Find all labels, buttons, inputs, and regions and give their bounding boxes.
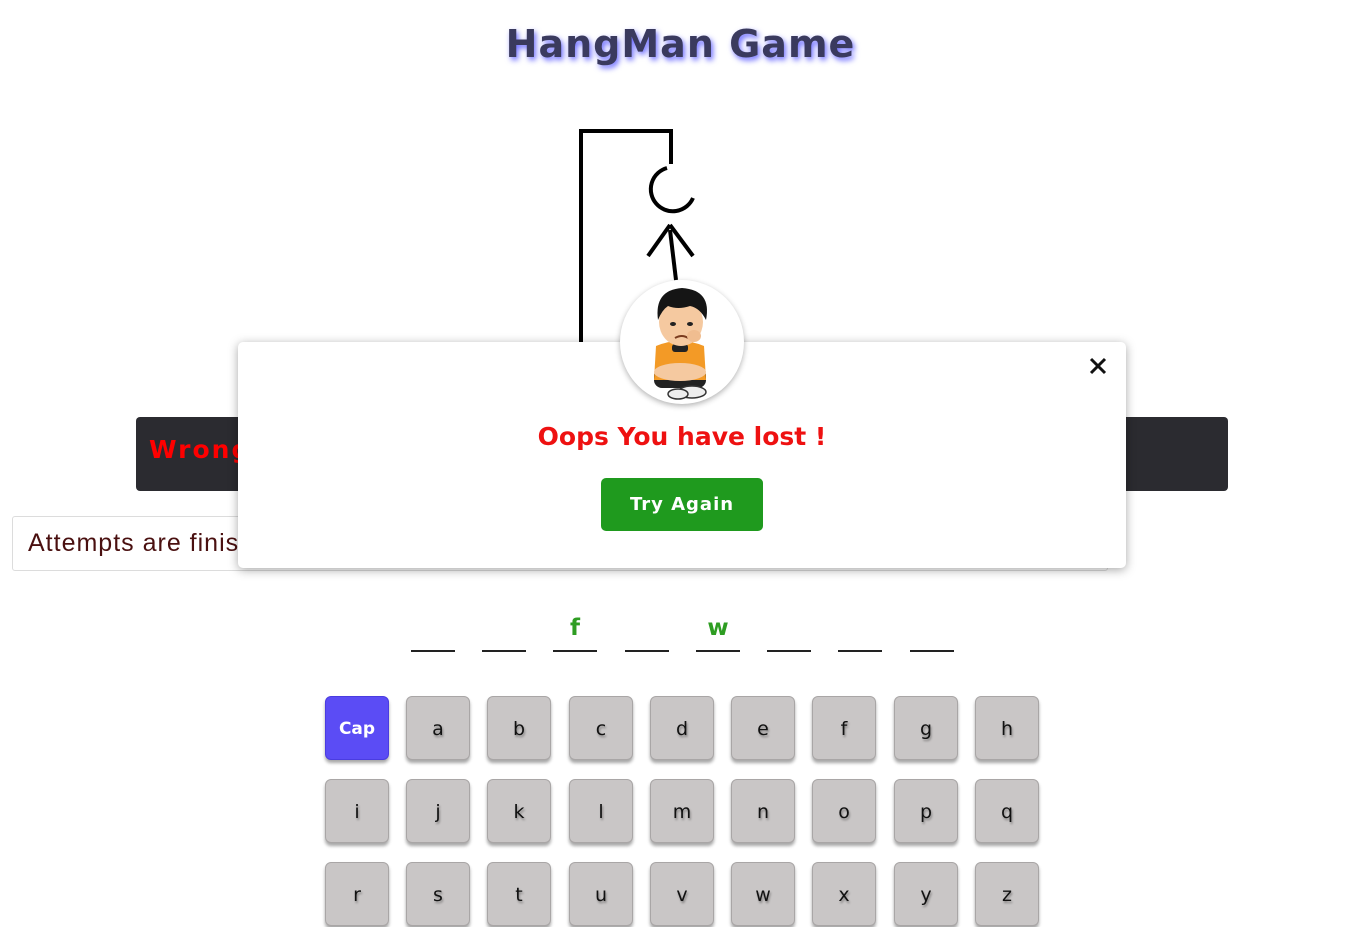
key-y[interactable]: y — [894, 862, 958, 926]
key-j[interactable]: j — [406, 779, 470, 843]
key-e[interactable]: e — [731, 696, 795, 760]
try-again-button[interactable]: Try Again — [601, 478, 763, 531]
key-g[interactable]: g — [894, 696, 958, 760]
key-w[interactable]: w — [731, 862, 795, 926]
attempts-text: Attempts are finis — [28, 529, 240, 557]
key-cap[interactable]: Cap — [325, 696, 389, 760]
letter-slot: w — [696, 610, 740, 652]
letter-slot — [411, 610, 455, 652]
key-a[interactable]: a — [406, 696, 470, 760]
key-v[interactable]: v — [650, 862, 714, 926]
key-k[interactable]: k — [487, 779, 551, 843]
key-b[interactable]: b — [487, 696, 551, 760]
key-p[interactable]: p — [894, 779, 958, 843]
key-f[interactable]: f — [812, 696, 876, 760]
letter-slot — [482, 610, 526, 652]
key-h[interactable]: h — [975, 696, 1039, 760]
key-l[interactable]: l — [569, 779, 633, 843]
letter-slot — [767, 610, 811, 652]
letter-slot — [910, 610, 954, 652]
key-u[interactable]: u — [569, 862, 633, 926]
letter-slot — [838, 610, 882, 652]
key-t[interactable]: t — [487, 862, 551, 926]
page-title: HangMan Game — [505, 22, 856, 66]
wrong-label: Wrong — [149, 435, 252, 464]
key-c[interactable]: c — [569, 696, 633, 760]
key-d[interactable]: d — [650, 696, 714, 760]
key-x[interactable]: x — [812, 862, 876, 926]
letter-slot: f — [553, 610, 597, 652]
lost-message: Oops You have lost ! — [537, 422, 827, 451]
key-o[interactable]: o — [812, 779, 876, 843]
key-q[interactable]: q — [975, 779, 1039, 843]
key-i[interactable]: i — [325, 779, 389, 843]
key-r[interactable]: r — [325, 862, 389, 926]
key-z[interactable]: z — [975, 862, 1039, 926]
key-m[interactable]: m — [650, 779, 714, 843]
key-s[interactable]: s — [406, 862, 470, 926]
key-n[interactable]: n — [731, 779, 795, 843]
close-icon[interactable] — [1086, 354, 1110, 378]
sad-boy-avatar — [620, 280, 744, 404]
letter-slot — [625, 610, 669, 652]
